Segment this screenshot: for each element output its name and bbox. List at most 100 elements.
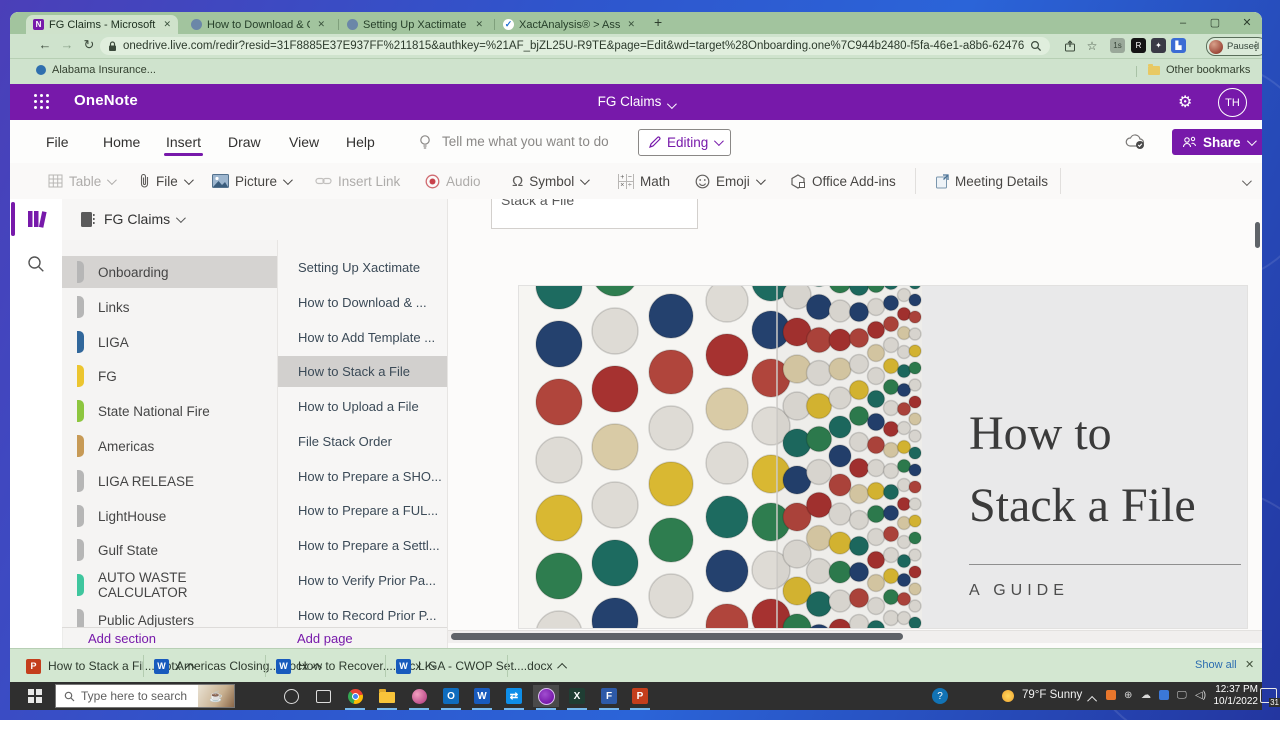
ribbon-meeting-details-button[interactable]: Meeting Details: [935, 163, 1048, 199]
sidebar-item-liga[interactable]: LIGA: [62, 326, 277, 358]
action-center-icon[interactable]: 31: [1260, 688, 1277, 703]
browser-tab-xactanalysis[interactable]: ✓ XactAnalysis® > Assignment De ✕: [496, 15, 642, 34]
sidebar-item-state-national-fire[interactable]: State National Fire: [62, 395, 277, 427]
menu-insert[interactable]: Insert: [166, 120, 201, 163]
app-f-icon[interactable]: F: [596, 685, 622, 707]
page-item[interactable]: How to Record Prior P...: [278, 600, 448, 627]
browser-tab-xactimate[interactable]: Setting Up Xactimate by TERESA ✕: [340, 15, 490, 34]
settings-gear-icon[interactable]: ⚙: [1178, 92, 1192, 112]
minimize-button[interactable]: –: [1170, 14, 1196, 32]
ribbon-picture-button[interactable]: Picture: [212, 163, 290, 199]
sidebar-item-links[interactable]: Links: [62, 291, 277, 323]
close-button[interactable]: ✕: [1234, 14, 1260, 32]
cortana-icon[interactable]: [278, 685, 304, 707]
horizontal-scrollbar[interactable]: [448, 630, 1262, 643]
sidebar-item-public-adjusters[interactable]: Public Adjusters: [62, 604, 277, 627]
network-icon[interactable]: 🖵: [1177, 690, 1187, 701]
notebook-header[interactable]: FG Claims: [62, 199, 447, 241]
downloads-close-icon[interactable]: ✕: [1245, 658, 1254, 671]
onedrive-cloud-icon[interactable]: ☁: [1141, 690, 1151, 701]
extension-icon-blue[interactable]: ▙: [1171, 38, 1186, 53]
word-icon[interactable]: W: [469, 685, 495, 707]
ribbon-insert-link-button[interactable]: Insert Link: [315, 163, 400, 199]
sidebar-item-lighthouse[interactable]: LightHouse: [62, 500, 277, 532]
sidebar-item-americas[interactable]: Americas: [62, 430, 277, 462]
menu-home[interactable]: Home: [103, 120, 140, 163]
ribbon-table-button[interactable]: Table: [48, 163, 114, 199]
other-bookmarks[interactable]: Other bookmarks: [1148, 64, 1250, 76]
menu-help[interactable]: Help: [346, 120, 375, 163]
chrome-icon[interactable]: [342, 685, 368, 707]
add-page-link[interactable]: Add page: [297, 629, 353, 648]
back-icon[interactable]: ←: [36, 37, 54, 52]
file-explorer-icon[interactable]: [374, 685, 400, 707]
page-canvas[interactable]: Stack a File How to Stack a File A GUIDE: [447, 199, 1262, 648]
ribbon-audio-button[interactable]: Audio: [425, 163, 481, 199]
search-daily-image[interactable]: ☕: [198, 685, 234, 707]
page-item[interactable]: How to Prepare a SHO...: [278, 461, 448, 492]
extension-icon-puzzle[interactable]: ✦: [1151, 38, 1166, 53]
page-item[interactable]: File Stack Order: [278, 426, 448, 457]
teamviewer-icon[interactable]: ⇄: [501, 685, 527, 707]
tab-close-icon[interactable]: ✕: [163, 19, 171, 30]
search-icon[interactable]: [27, 255, 45, 273]
sidebar-item-auto-waste-calculator[interactable]: AUTO WASTE CALCULATOR: [62, 569, 277, 601]
address-bar[interactable]: onedrive.live.com/redir?resid=31F8885E37…: [100, 37, 1050, 55]
reload-icon[interactable]: ↻: [80, 37, 98, 53]
sidebar-item-fg[interactable]: FG: [62, 360, 277, 392]
sidebar-item-onboarding[interactable]: Onboarding: [62, 256, 277, 288]
tab-close-icon[interactable]: ✕: [317, 19, 325, 30]
add-section-link[interactable]: Add section: [88, 629, 156, 648]
weather-sun-icon[interactable]: [995, 685, 1021, 707]
tab-close-icon[interactable]: ✕: [627, 19, 635, 30]
new-tab-button[interactable]: +: [654, 14, 662, 30]
page-item[interactable]: How to Prepare a FUL...: [278, 495, 448, 526]
menu-view[interactable]: View: [289, 120, 319, 163]
title-textbox[interactable]: Stack a File: [491, 199, 698, 229]
maximize-button[interactable]: ▢: [1202, 14, 1228, 32]
ribbon-file-button[interactable]: File: [140, 163, 191, 199]
start-button[interactable]: [28, 689, 42, 703]
taskbar-clock[interactable]: 12:37 PM 10/1/2022: [1198, 684, 1258, 708]
download-chip-docx-3[interactable]: W LIGA - CWOP Set....docx: [396, 649, 567, 682]
ribbon-office-addins-button[interactable]: Office Add-ins: [790, 163, 896, 199]
page-item-selected[interactable]: How to Stack a File: [278, 356, 448, 387]
task-view-icon[interactable]: [310, 685, 336, 707]
outlook-icon[interactable]: O: [438, 685, 464, 707]
powerpoint-icon[interactable]: P: [627, 685, 653, 707]
bookmark-star-icon[interactable]: ☆: [1084, 38, 1100, 54]
page-item[interactable]: How to Verify Prior Pa...: [278, 565, 448, 596]
show-all-link[interactable]: Show all: [1195, 659, 1237, 671]
share-page-icon[interactable]: [1062, 38, 1078, 54]
page-item[interactable]: How to Prepare a Settl...: [278, 530, 448, 561]
collapse-ribbon-chevron-icon[interactable]: [1242, 176, 1252, 186]
tray-app-icon-blue[interactable]: [1159, 690, 1169, 703]
tell-me-search[interactable]: Tell me what you want to do: [442, 120, 609, 163]
horizontal-scrollbar-thumb[interactable]: [451, 633, 903, 640]
extension-icon-1[interactable]: 1s: [1110, 38, 1125, 53]
share-button[interactable]: Share: [1172, 129, 1262, 155]
tray-app-icon-orange[interactable]: [1106, 690, 1116, 703]
page-item[interactable]: How to Upload a File: [278, 391, 448, 422]
tray-expand-chevron-icon[interactable]: [1087, 696, 1097, 706]
help-tray-icon[interactable]: ?: [927, 685, 953, 707]
page-item[interactable]: How to Download & ...: [278, 287, 448, 318]
account-avatar[interactable]: TH: [1218, 88, 1247, 117]
browser-tab-onenote[interactable]: N FG Claims - Microsoft OneNote ✕: [26, 15, 178, 34]
chevron-up-icon[interactable]: [557, 662, 567, 672]
vertical-scrollbar-thumb[interactable]: [1255, 222, 1260, 248]
ribbon-symbol-button[interactable]: Ω Symbol: [512, 163, 587, 199]
notebook-title-header[interactable]: FG Claims: [10, 94, 1262, 109]
page-item[interactable]: Setting Up Xactimate: [278, 252, 448, 283]
menu-draw[interactable]: Draw: [228, 120, 261, 163]
onenote-icon[interactable]: [533, 685, 559, 707]
embedded-slide[interactable]: How to Stack a File A GUIDE: [518, 285, 1248, 629]
tray-update-icon[interactable]: ⊕: [1124, 690, 1132, 701]
browser-tab-download[interactable]: How to Download & Copy Old E ✕: [184, 15, 332, 34]
page-item[interactable]: How to Add Template ...: [278, 322, 448, 353]
photos-app-icon[interactable]: [406, 685, 432, 707]
sidebar-item-liga-release[interactable]: LIGA RELEASE: [62, 465, 277, 497]
kebab-menu-icon[interactable]: ⋮: [1248, 38, 1262, 54]
editing-mode-button[interactable]: Editing: [638, 129, 731, 156]
extension-icon-r[interactable]: R: [1131, 38, 1146, 53]
